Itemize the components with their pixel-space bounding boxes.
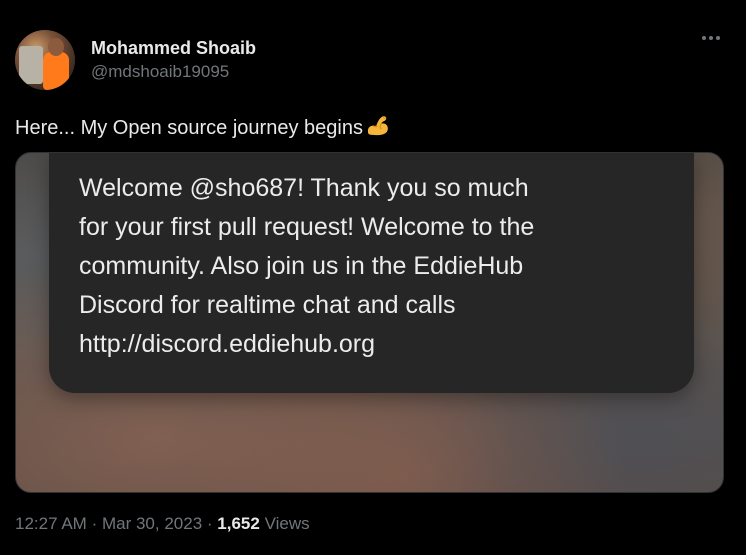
- tweet-media-image[interactable]: Welcome @sho687! Thank you so much for y…: [15, 152, 724, 493]
- message-line: Welcome @sho687! Thank you so much: [79, 174, 529, 202]
- message-text: Welcome @sho687! Thank you so much for y…: [79, 169, 679, 364]
- tweet: Mohammed Shoaib @mdshoaib19095 Here... M…: [0, 0, 746, 555]
- flexed-biceps-icon: [367, 116, 388, 136]
- author-handle[interactable]: @mdshoaib19095: [91, 61, 256, 83]
- tweet-time[interactable]: 12:27 AM: [15, 514, 87, 533]
- more-options-icon[interactable]: [702, 36, 720, 40]
- meta-separator: ·: [206, 514, 213, 533]
- message-bubble: Welcome @sho687! Thank you so much for y…: [49, 153, 694, 393]
- views-count[interactable]: 1,652: [217, 514, 260, 533]
- message-line: http://discord.eddiehub.org: [79, 330, 376, 358]
- views-label: Views: [264, 514, 310, 533]
- author-display-name[interactable]: Mohammed Shoaib: [91, 37, 256, 59]
- tweet-date[interactable]: Mar 30, 2023: [102, 514, 202, 533]
- message-line: community. Also join us in the EddieHub: [79, 252, 524, 280]
- avatar[interactable]: [15, 30, 75, 90]
- author-names: Mohammed Shoaib @mdshoaib19095: [91, 37, 256, 83]
- message-line: for your first pull request! Welcome to …: [79, 213, 535, 241]
- meta-separator: ·: [91, 514, 98, 533]
- tweet-text: Here... My Open source journey begins: [15, 112, 390, 141]
- message-line: Discord for realtime chat and calls: [79, 291, 456, 319]
- tweet-body: Here... My Open source journey begins: [15, 117, 363, 139]
- tweet-header: Mohammed Shoaib @mdshoaib19095: [15, 30, 256, 90]
- tweet-meta: 12:27 AM · Mar 30, 2023 · 1,652 Views: [15, 512, 310, 536]
